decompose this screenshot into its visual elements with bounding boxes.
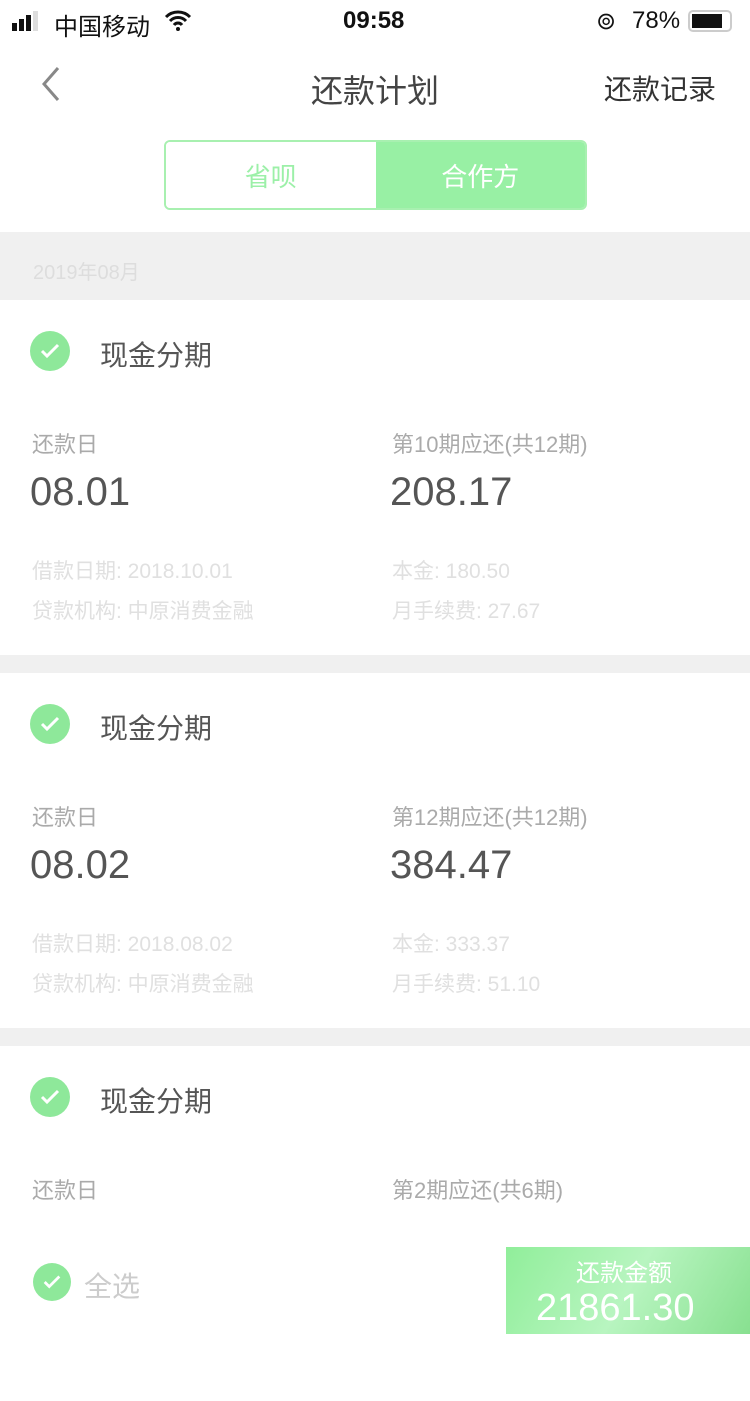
due-date: 08.02 bbox=[30, 843, 131, 887]
card-title: 现金分期 bbox=[100, 1086, 213, 1117]
check-icon[interactable] bbox=[30, 1077, 70, 1117]
rotation-lock-icon: ⊚ bbox=[596, 8, 617, 35]
select-all-label[interactable]: 全选 bbox=[84, 1265, 140, 1305]
due-label: 还款日 bbox=[32, 1178, 99, 1203]
battery-icon bbox=[688, 10, 734, 39]
repay-button[interactable]: 还款金额 21861.30 bbox=[506, 1247, 750, 1334]
status-bar: 中国移动 09:58 ⊚ 78% bbox=[0, 0, 750, 42]
check-icon[interactable] bbox=[30, 331, 70, 371]
tab-shengbei[interactable]: 省呗 bbox=[166, 142, 376, 208]
amount-label: 第10期应还(共12期) bbox=[392, 432, 588, 457]
segment-control: 省呗 合作方 bbox=[164, 140, 587, 210]
loan-date: 借款日期: 2018.10.01 bbox=[32, 560, 233, 583]
plan-card[interactable]: 现金分期 还款日 第2期应还(共6期) bbox=[0, 1046, 750, 1401]
due-label: 还款日 bbox=[32, 432, 99, 457]
month-header: 2019年08月 bbox=[33, 262, 140, 284]
plan-card[interactable]: 现金分期 还款日 第12期应还(共12期) 08.02 384.47 借款日期:… bbox=[0, 673, 750, 1028]
principal: 本金: 180.50 bbox=[392, 560, 510, 583]
monthly-fee: 月手续费: 51.10 bbox=[392, 973, 541, 996]
bottom-bar: 全选 还款金额 21861.30 bbox=[0, 1225, 750, 1334]
amount-label: 第12期应还(共12期) bbox=[392, 805, 588, 830]
battery-percent: 78% bbox=[632, 7, 681, 34]
due-label: 还款日 bbox=[32, 805, 99, 830]
lender: 贷款机构: 中原消费金融 bbox=[32, 600, 254, 623]
lender: 贷款机构: 中原消费金融 bbox=[32, 973, 254, 996]
amount: 208.17 bbox=[390, 470, 513, 514]
tab-partner[interactable]: 合作方 bbox=[375, 142, 585, 208]
due-date: 08.01 bbox=[30, 470, 131, 514]
monthly-fee: 月手续费: 27.67 bbox=[392, 600, 541, 623]
nav-bar: 还款计划 还款记录 省呗 合作方 bbox=[0, 42, 750, 232]
repay-amount: 21861.30 bbox=[536, 1287, 695, 1329]
wifi-icon bbox=[164, 9, 192, 38]
repay-label: 还款金额 bbox=[576, 1260, 672, 1287]
clock: 09:58 bbox=[343, 7, 405, 34]
amount-label: 第2期应还(共6期) bbox=[392, 1178, 564, 1203]
amount: 384.47 bbox=[390, 843, 513, 887]
carrier: 中国移动 bbox=[54, 14, 150, 41]
repayment-record-link[interactable]: 还款记录 bbox=[604, 68, 716, 108]
card-title: 现金分期 bbox=[100, 713, 213, 744]
check-icon[interactable] bbox=[30, 704, 70, 744]
signal-icon bbox=[12, 10, 38, 38]
principal: 本金: 333.37 bbox=[392, 933, 510, 956]
card-title: 现金分期 bbox=[100, 340, 213, 371]
plan-card[interactable]: 现金分期 还款日 第10期应还(共12期) 08.01 208.17 借款日期:… bbox=[0, 300, 750, 655]
loan-date: 借款日期: 2018.08.02 bbox=[32, 933, 233, 956]
select-all-check-icon[interactable] bbox=[33, 1263, 71, 1301]
